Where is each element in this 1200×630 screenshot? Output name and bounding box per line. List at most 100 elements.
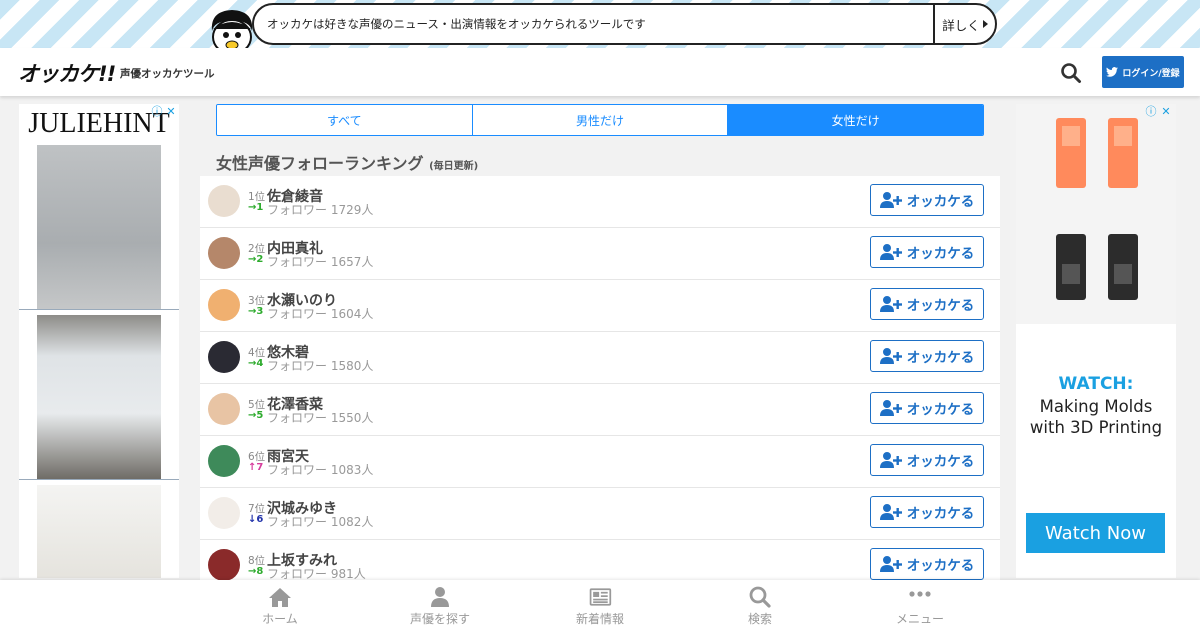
nav-home-label: ホーム <box>262 612 298 626</box>
user-plus-icon <box>879 452 902 468</box>
login-button[interactable]: ログイン/登録 <box>1102 56 1184 88</box>
news-icon <box>589 588 612 606</box>
ad-image-2 <box>37 315 161 479</box>
user-plus-icon <box>879 244 902 260</box>
follow-button[interactable]: オッカケる <box>870 236 984 268</box>
follower-count: フォロワー 1082人 <box>267 515 374 529</box>
follow-button[interactable]: オッカケる <box>870 444 984 476</box>
avatar[interactable] <box>208 289 240 321</box>
search-icon <box>749 586 771 608</box>
nav-news[interactable]: 新着情報 <box>520 580 680 630</box>
follow-label: オッカケる <box>906 506 975 522</box>
nav-menu-label: メニュー <box>895 612 944 626</box>
rank-trend: ↓6 <box>248 514 264 525</box>
site-tagline: 声優オッカケツール <box>120 68 215 80</box>
user-plus-icon <box>879 296 902 312</box>
nav-find-label: 声優を探す <box>409 612 470 626</box>
ranking-row[interactable]: 5位 花澤香菜 →5 フォロワー 1550人 オッカケる <box>200 384 1000 436</box>
ad-info-icon[interactable]: ⓘ <box>1144 105 1158 119</box>
follow-label: オッカケる <box>906 402 975 418</box>
tab-all[interactable]: すべて <box>217 105 473 135</box>
follow-button[interactable]: オッカケる <box>870 184 984 216</box>
ranking-row[interactable]: 3位 水瀬いのり →3 フォロワー 1604人 オッカケる <box>200 280 1000 332</box>
rank-trend: →4 <box>248 358 264 369</box>
nav-search-label: 検索 <box>747 612 772 626</box>
follow-label: オッカケる <box>906 350 975 366</box>
nav-home[interactable]: ホーム <box>200 580 360 630</box>
ad-left[interactable]: JULIEHINT ⓘ ✕ <box>19 104 179 578</box>
ad-product-image <box>1016 104 1176 324</box>
ad-image-1 <box>37 145 161 309</box>
menu-icon <box>909 591 931 597</box>
follower-count: フォロワー 1550人 <box>267 411 374 425</box>
ad-watch-now-button[interactable]: Watch Now <box>1026 513 1165 553</box>
nav-news-label: 新着情報 <box>575 612 624 626</box>
ranking-title: 女性声優フォローランキング (毎日更新) <box>216 150 478 174</box>
ranking-list: 1位 佐倉綾音 →1 フォロワー 1729人 オッカケる 2位 内田真礼 →2 フォロワー 16… <box>200 176 1000 592</box>
follow-label: オッカケる <box>906 558 975 574</box>
avatar[interactable] <box>208 237 240 269</box>
ad-close-icon[interactable]: ✕ <box>164 105 178 119</box>
tab-female[interactable]: 女性だけ <box>728 105 983 135</box>
chevron-right-icon <box>982 20 988 28</box>
ad-watch-label: WATCH: <box>1058 374 1134 394</box>
avatar[interactable] <box>208 497 240 529</box>
search-icon[interactable] <box>1060 62 1082 84</box>
site-logo[interactable]: オッカケ!! <box>18 58 116 86</box>
follow-label: オッカケる <box>906 454 975 470</box>
site-header: オッカケ!! 声優オッカケツール ログイン/登録 <box>0 48 1200 96</box>
rank-trend: →3 <box>248 306 264 317</box>
twitter-icon <box>1106 67 1119 77</box>
avatar[interactable] <box>208 445 240 477</box>
user-plus-icon <box>879 504 902 520</box>
rank-trend: →2 <box>248 254 264 265</box>
ad-info-icon[interactable]: ⓘ <box>150 105 164 119</box>
follower-count: フォロワー 1729人 <box>267 203 374 217</box>
follower-count: フォロワー 1657人 <box>267 255 374 269</box>
ranking-update-note: (毎日更新) <box>429 161 479 172</box>
intro-more-button[interactable]: 詳しく <box>933 5 995 43</box>
follower-count: フォロワー 1580人 <box>267 359 374 373</box>
intro-message: オッカケは好きな声優のニュース・出演情報をオッカケられるツールです <box>267 17 646 31</box>
user-plus-icon <box>879 348 902 364</box>
user-plus-icon <box>879 556 902 572</box>
login-label: ログイン/登録 <box>1122 68 1180 79</box>
avatar[interactable] <box>208 549 240 581</box>
rank-trend: →8 <box>248 566 264 577</box>
tab-male[interactable]: 男性だけ <box>472 105 729 135</box>
nav-search[interactable]: 検索 <box>680 580 840 630</box>
ad-desc-line: Making Molds <box>1039 397 1153 416</box>
ranking-row[interactable]: 1位 佐倉綾音 →1 フォロワー 1729人 オッカケる <box>200 176 1000 228</box>
ad-right[interactable]: ⓘ ✕ WATCH: Making Molds with 3D Printing… <box>1016 104 1176 578</box>
avatar[interactable] <box>208 341 240 373</box>
ranking-row[interactable]: 6位 雨宮天 ↑7 フォロワー 1083人 オッカケる <box>200 436 1000 488</box>
avatar[interactable] <box>208 393 240 425</box>
user-plus-icon <box>879 192 902 208</box>
ad-description: Making Molds with 3D Printing <box>1016 396 1176 438</box>
person-icon <box>431 587 449 607</box>
gender-filter-tabs: すべて 男性だけ 女性だけ <box>216 104 984 136</box>
follower-count: フォロワー 1083人 <box>267 463 374 477</box>
ad-divider <box>19 309 179 310</box>
user-plus-icon <box>879 400 902 416</box>
nav-menu[interactable]: メニュー <box>840 580 1000 630</box>
follow-button[interactable]: オッカケる <box>870 548 984 580</box>
ranking-row[interactable]: 7位 沢城みゆき ↓6 フォロワー 1082人 オッカケる <box>200 488 1000 540</box>
follow-button[interactable]: オッカケる <box>870 288 984 320</box>
ad-image-3 <box>37 485 161 578</box>
home-icon <box>269 588 291 607</box>
follow-label: オッカケる <box>906 194 975 210</box>
bottom-nav: ホーム 声優を探す 新着情報 検索 メニュー <box>0 580 1200 630</box>
intro-banner[interactable]: オッカケは好きな声優のニュース・出演情報をオッカケられるツールです 詳しく <box>252 3 997 45</box>
ranking-row[interactable]: 4位 悠木碧 →4 フォロワー 1580人 オッカケる <box>200 332 1000 384</box>
follow-button[interactable]: オッカケる <box>870 496 984 528</box>
nav-find-voice-actor[interactable]: 声優を探す <box>360 580 520 630</box>
ranking-row[interactable]: 2位 内田真礼 →2 フォロワー 1657人 オッカケる <box>200 228 1000 280</box>
follow-button[interactable]: オッカケる <box>870 392 984 424</box>
ad-close-icon[interactable]: ✕ <box>1159 105 1173 119</box>
follow-label: オッカケる <box>906 298 975 314</box>
ranking-title-text: 女性声優フォローランキング <box>216 154 424 173</box>
follow-button[interactable]: オッカケる <box>870 340 984 372</box>
avatar[interactable] <box>208 185 240 217</box>
rank-trend: →5 <box>248 410 264 421</box>
